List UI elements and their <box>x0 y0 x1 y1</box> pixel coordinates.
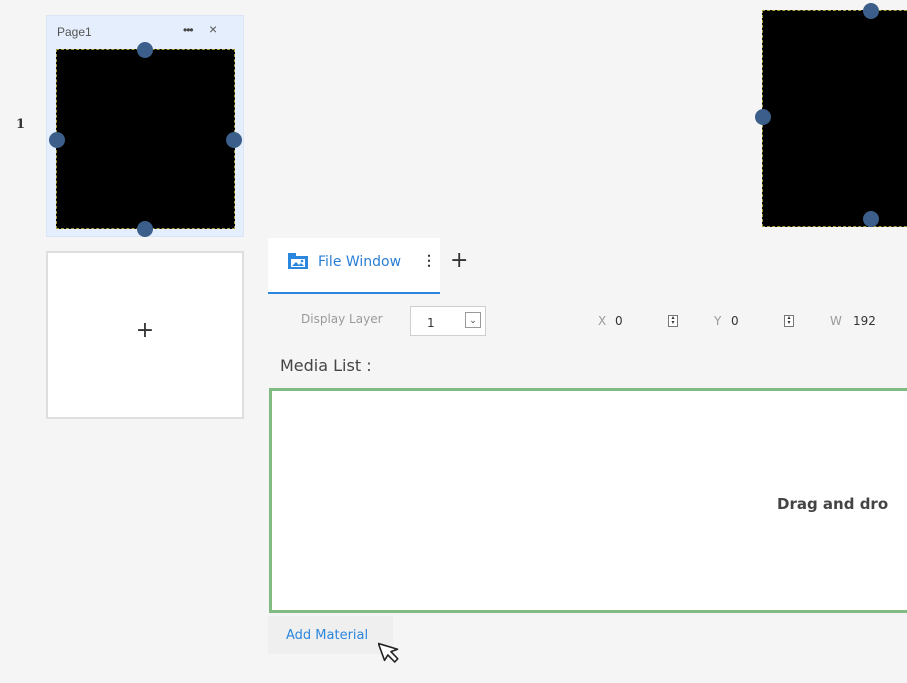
more-options-icon[interactable]: ••• <box>183 23 194 37</box>
resize-handle-top[interactable] <box>863 3 879 19</box>
y-spinner-icon[interactable]: ▴ ▾ <box>784 315 794 327</box>
add-tab-button[interactable]: + <box>450 248 468 273</box>
add-material-button[interactable]: Add Material <box>268 616 393 654</box>
page-title: Page1 <box>57 25 92 39</box>
x-input[interactable]: 0 ▴ ▾ <box>612 306 682 336</box>
x-label: X <box>598 314 607 328</box>
canvas-window[interactable] <box>755 3 907 227</box>
resize-handle-top <box>137 42 153 58</box>
display-layer-value: 1 <box>427 316 435 330</box>
resize-handle-right <box>226 132 242 148</box>
page-thumbnail <box>49 42 242 237</box>
resize-handle-bottom <box>137 221 153 237</box>
display-layer-select[interactable]: 1 ⌄ <box>410 306 486 336</box>
media-list-label: Media List : <box>280 356 372 375</box>
page-number: 1 <box>16 117 26 132</box>
x-spinner-icon[interactable]: ▴ ▾ <box>668 315 678 327</box>
add-page-button[interactable]: + <box>46 251 244 419</box>
x-value: 0 <box>615 314 623 328</box>
resize-handle-bottom[interactable] <box>863 211 879 227</box>
folder-image-icon <box>288 253 308 269</box>
tab-file-window[interactable]: File Window ⋮ <box>268 238 440 294</box>
hand-pointer-icon <box>378 642 399 663</box>
display-layer-label: Display Layer <box>301 312 383 326</box>
tab-menu-icon[interactable]: ⋮ <box>422 252 436 269</box>
chevron-down-icon: ⌄ <box>465 312 481 328</box>
w-value: 192 <box>853 314 876 328</box>
resize-handle-left[interactable] <box>755 109 771 125</box>
add-material-link[interactable]: Add Material <box>286 628 368 643</box>
close-page-icon[interactable]: × <box>209 21 217 37</box>
page-card-1[interactable]: Page1 ••• × <box>46 15 244 237</box>
plus-icon: + <box>135 318 155 343</box>
w-input[interactable]: 192 <box>850 306 907 336</box>
y-value: 0 <box>731 314 739 328</box>
resize-handle-left <box>49 132 65 148</box>
y-input[interactable]: 0 ▴ ▾ <box>728 306 798 336</box>
tab-label: File Window <box>318 254 402 270</box>
drop-hint-text: Drag and dro <box>777 495 889 513</box>
w-label: W <box>830 314 842 328</box>
media-drop-zone[interactable]: Drag and dro <box>269 388 907 613</box>
y-label: Y <box>714 314 722 328</box>
